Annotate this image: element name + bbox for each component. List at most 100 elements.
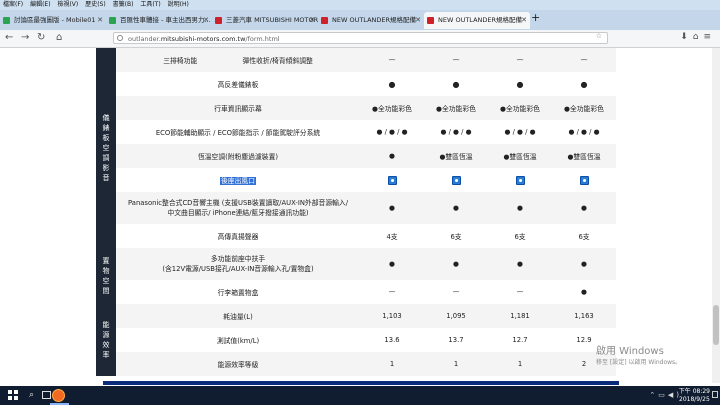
- menu-history[interactable]: 歷史(S): [85, 1, 106, 8]
- menu-tools[interactable]: 工具(T): [140, 1, 160, 8]
- url-prefix: outlander.: [128, 35, 161, 43]
- highlighted-checkbox-icon: [515, 175, 525, 185]
- row-label: 耗油量(L): [116, 304, 360, 328]
- tab-forum[interactable]: 百匯性車體接 - 車主出西男力... ✕: [106, 12, 212, 29]
- close-icon[interactable]: ✕: [521, 12, 527, 29]
- toolbar-icons[interactable]: ⬇⌂≡: [680, 32, 716, 42]
- selected-text[interactable]: 後座出風口: [220, 177, 256, 185]
- tab-mitsubishi[interactable]: 三菱汽車 MITSUBISHI MOTORS ✕: [212, 12, 318, 29]
- table-cell: ●: [360, 144, 424, 168]
- category-label: 儀錶板空調影音: [96, 48, 116, 248]
- table-cell: [552, 168, 616, 192]
- scrollbar-thumb[interactable]: [713, 305, 719, 345]
- table-row: ECO節能輔助顯示 / ECO節能指示 / 節能駕駛評分系統 ● / ● / ●…: [96, 120, 616, 144]
- table-cell: 12.7: [488, 328, 552, 352]
- table-cell: ● / ● / ●: [488, 120, 552, 144]
- table-cell: 6支: [552, 224, 616, 248]
- bookmark-star-icon[interactable]: ☆: [596, 32, 602, 40]
- table-cell: ●全功能彩色: [424, 96, 488, 120]
- table-cell: [360, 168, 424, 192]
- windows-start-icon[interactable]: [8, 390, 18, 400]
- table-row: 高傳真揚聲器 4支 6支 6支 6支: [96, 224, 616, 248]
- table-cell: 13.7: [424, 328, 488, 352]
- menu-bookmarks[interactable]: 書籤(B): [113, 1, 134, 8]
- address-bar[interactable]: outlander.mitsubishi-motors.com.tw/form.…: [113, 32, 608, 44]
- menu-file[interactable]: 檔案(F): [3, 1, 23, 8]
- task-view-icon[interactable]: [42, 391, 51, 399]
- row-label: Panasonic整合式CD音響主機 (支援USB裝置讀取/AUX-IN外部音源…: [116, 192, 360, 224]
- row-label-selected[interactable]: 後座出風口: [116, 168, 360, 192]
- new-tab-icon[interactable]: +: [531, 11, 540, 24]
- category-label: 能源效率: [96, 304, 116, 376]
- category-text: 置物空間: [102, 257, 110, 295]
- table-cell: ●雙區恆溫: [488, 144, 552, 168]
- tab-outlander-spec[interactable]: NEW OUTLANDER規格配備 ✕: [318, 12, 424, 29]
- category-label: 置物空間: [96, 248, 116, 304]
- category-text: 儀錶板空調影音: [102, 114, 110, 182]
- back-icon[interactable]: ←: [5, 32, 13, 43]
- table-cell: ●: [360, 192, 424, 224]
- table-cell: ● / ● / ●: [424, 120, 488, 144]
- table-cell: ●雙區恆溫: [552, 144, 616, 168]
- tab-mobile01[interactable]: 討論區最強圖版 - Mobile01 ✕: [0, 12, 106, 29]
- table-cell: 4支: [360, 224, 424, 248]
- row-label: 多功能前座中扶手 (含12V電源/USB接孔/AUX-IN音源輸入孔/置物盒): [116, 248, 360, 280]
- tab-label: 百匯性車體接 - 車主出西男力...: [120, 16, 211, 24]
- table-cell: [424, 168, 488, 192]
- row-label: 恆溫空調(附粉塵過濾裝置): [116, 144, 360, 168]
- clock-date: 2018/9/25: [679, 396, 710, 403]
- table-cell: ●雙區恆溫: [424, 144, 488, 168]
- system-tray-icons[interactable]: ⌃▭◀): [649, 391, 682, 399]
- table-cell: —: [424, 48, 488, 72]
- table-cell: ● / ● / ●: [360, 120, 424, 144]
- firefox-icon[interactable]: [52, 389, 65, 402]
- table-cell: 6支: [424, 224, 488, 248]
- page-content: 儀錶板空調影音 三排椅功能 彈性收折/椅背傾斜調整 — — — — 高反差儀錶板…: [0, 48, 720, 383]
- row-label: 三排椅功能 彈性收折/椅背傾斜調整: [116, 48, 360, 72]
- row-label: 行李箱置物盒: [116, 280, 360, 304]
- table-cell: —: [424, 280, 488, 304]
- highlighted-checkbox-icon: [387, 175, 397, 185]
- close-icon[interactable]: ✕: [309, 12, 315, 29]
- table-cell: ●: [488, 248, 552, 280]
- reload-icon[interactable]: ↻: [37, 32, 45, 43]
- table-cell: ●: [552, 192, 616, 224]
- table-row: 儀錶板空調影音 三排椅功能 彈性收折/椅背傾斜調整 — — — —: [96, 48, 616, 248]
- table-cell: ●: [552, 72, 616, 96]
- table-cell: ●全功能彩色: [360, 96, 424, 120]
- table-cell: 1: [488, 352, 552, 376]
- table-row: 置物空間 多功能前座中扶手 (含12V電源/USB接孔/AUX-IN音源輸入孔/…: [96, 248, 616, 304]
- category-text: 能源效率: [102, 321, 110, 359]
- mitsubishi-logo-icon: [321, 17, 328, 24]
- table-cell: ●: [424, 192, 488, 224]
- info-icon[interactable]: [117, 35, 123, 41]
- forward-icon[interactable]: →: [21, 32, 29, 43]
- close-icon[interactable]: ✕: [203, 12, 209, 29]
- clock[interactable]: 下午 08:29 2018/9/25: [679, 388, 710, 404]
- url-domain: mitsubishi-motors.com.tw: [160, 35, 246, 43]
- mitsubishi-logo-icon: [215, 17, 222, 24]
- spec-table: 儀錶板空調影音 三排椅功能 彈性收折/椅背傾斜調整 — — — — 高反差儀錶板…: [96, 48, 616, 376]
- row-label: 高反差儀錶板: [116, 72, 360, 96]
- tab-bar: 討論區最強圖版 - Mobile01 ✕ 百匯性車體接 - 車主出西男力... …: [0, 10, 720, 30]
- tab-label: 三菱汽車 MITSUBISHI MOTORS: [226, 16, 318, 24]
- table-cell: ●: [552, 248, 616, 280]
- table-cell: ●: [360, 248, 424, 280]
- notification-icon[interactable]: [712, 391, 718, 398]
- close-icon[interactable]: ✕: [97, 12, 103, 29]
- menu-bar: 檔案(F) 編輯(E) 檢視(V) 歷史(S) 書籤(B) 工具(T) 說明(H…: [0, 0, 720, 10]
- table-row: 能源效率 耗油量(L) 1,103 1,095 1,181 1,163: [96, 304, 616, 376]
- highlighted-checkbox-icon: [451, 175, 461, 185]
- table-cell: [488, 168, 552, 192]
- search-icon[interactable]: ⌕: [29, 390, 34, 400]
- menu-edit[interactable]: 編輯(E): [30, 1, 50, 8]
- menu-view[interactable]: 檢視(V): [57, 1, 78, 8]
- tab-outlander-spec-active[interactable]: NEW OUTLANDER規格配備 ✕: [424, 12, 530, 29]
- close-icon[interactable]: ✕: [415, 12, 421, 29]
- table-cell: ●: [424, 248, 488, 280]
- favicon-icon: [3, 17, 10, 24]
- table-cell: 1,181: [488, 304, 552, 328]
- menu-help[interactable]: 說明(H): [168, 1, 189, 8]
- table-cell: 1: [360, 352, 424, 376]
- home-icon[interactable]: ⌂: [56, 32, 62, 43]
